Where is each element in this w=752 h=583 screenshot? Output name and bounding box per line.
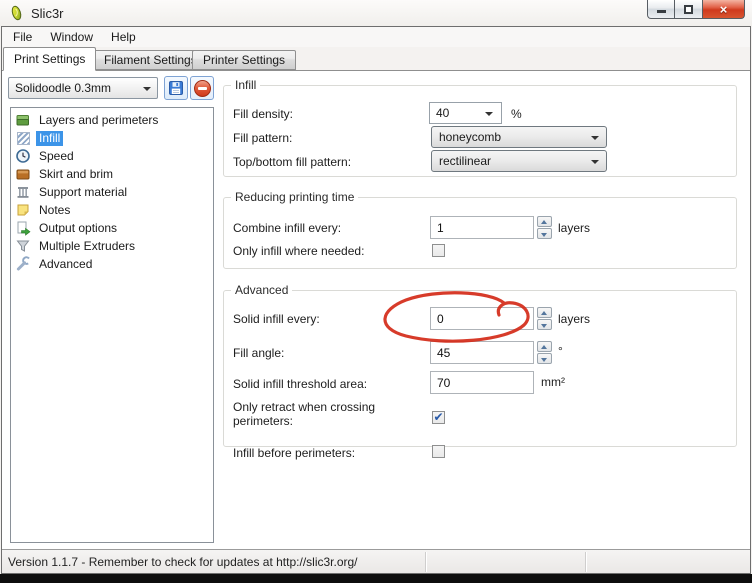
fill-angle-spinner (537, 341, 552, 364)
slic3r-logo-icon (8, 4, 25, 22)
fill-angle-label: Fill angle: (233, 346, 284, 360)
spin-down-button[interactable] (537, 353, 552, 364)
sidebar-item-notes[interactable]: Notes (11, 201, 213, 219)
minimize-button[interactable] (647, 0, 675, 19)
fill-angle-unit: ° (558, 344, 563, 358)
minimize-icon (657, 10, 666, 13)
combine-infill-input[interactable] (430, 216, 534, 239)
box-icon (15, 166, 31, 182)
maximize-button[interactable] (675, 0, 703, 19)
threshold-unit: mm² (541, 375, 565, 389)
solid-infill-every-label: Solid infill every: (233, 312, 320, 326)
solid-infill-every-unit: layers (558, 312, 590, 326)
spin-up-button[interactable] (537, 216, 552, 227)
spin-up-button[interactable] (537, 341, 552, 352)
close-icon: × (720, 1, 728, 18)
save-preset-button[interactable] (164, 76, 188, 100)
solid-infill-every-spinner (537, 307, 552, 330)
infill-first-label: Infill before perimeters: (233, 446, 355, 460)
infill-first-checkbox[interactable] (432, 445, 445, 458)
group-reducing-title: Reducing printing time (231, 190, 358, 204)
slic3r-window: Slic3r × File Window Help Print Settings… (0, 0, 752, 574)
maximize-icon (684, 5, 693, 14)
combine-infill-unit: layers (558, 221, 590, 235)
title-bar: Slic3r × (0, 0, 752, 26)
fill-density-combobox[interactable]: 40 (429, 102, 502, 124)
floppy-disk-icon (168, 80, 184, 96)
output-arrow-icon (15, 220, 31, 236)
sidebar-item-speed[interactable]: Speed (11, 147, 213, 165)
status-text: Version 1.1.7 - Remember to check for up… (8, 555, 358, 569)
sidebar-item-advanced[interactable]: Advanced (11, 255, 213, 273)
settings-tree: Layers and perimeters Infill Speed (10, 107, 214, 543)
note-icon (15, 202, 31, 218)
fill-angle-input[interactable] (430, 341, 534, 364)
window-controls: × (647, 0, 745, 19)
preset-value: Solidoodle 0.3mm (15, 81, 111, 95)
delete-preset-button[interactable] (190, 76, 214, 100)
spin-down-button[interactable] (537, 228, 552, 239)
infill-hatch-icon (15, 130, 31, 146)
fill-density-label: Fill density: (233, 107, 293, 121)
sidebar-item-layers[interactable]: Layers and perimeters (11, 111, 213, 129)
chevron-down-icon (485, 112, 493, 116)
tab-printer-settings[interactable]: Printer Settings (192, 50, 296, 70)
threshold-label: Solid infill threshold area: (233, 377, 367, 391)
threshold-input[interactable] (430, 371, 534, 394)
sidebar-item-extruders[interactable]: Multiple Extruders (11, 237, 213, 255)
only-where-needed-checkbox[interactable] (432, 244, 445, 257)
top-bottom-pattern-label: Top/bottom fill pattern: (233, 155, 351, 169)
combine-infill-spinner (537, 216, 552, 239)
delete-minus-icon (194, 80, 211, 97)
spin-down-button[interactable] (537, 319, 552, 330)
menu-file[interactable]: File (4, 27, 41, 47)
only-retract-checkbox[interactable]: ✔ (432, 411, 445, 424)
menu-help[interactable]: Help (102, 27, 145, 47)
tab-print-settings[interactable]: Print Settings (3, 47, 96, 71)
chevron-down-icon (591, 136, 599, 140)
sidebar-item-infill[interactable]: Infill (11, 129, 213, 147)
fill-pattern-dropdown[interactable]: honeycomb (431, 126, 607, 148)
only-retract-label: Only retract when crossing perimeters: (233, 400, 418, 428)
fill-pattern-label: Fill pattern: (233, 131, 292, 145)
chevron-down-icon (591, 160, 599, 164)
combine-infill-label: Combine infill every: (233, 221, 341, 235)
spin-up-button[interactable] (537, 307, 552, 318)
clock-icon (15, 148, 31, 164)
sidebar-item-skirt[interactable]: Skirt and brim (11, 165, 213, 183)
top-bottom-pattern-dropdown[interactable]: rectilinear (431, 150, 607, 172)
fill-density-unit: % (511, 107, 522, 121)
layers-icon (15, 112, 31, 128)
close-button[interactable]: × (703, 0, 745, 19)
statusbar-divider (585, 552, 586, 572)
statusbar-divider (425, 552, 426, 572)
sidebar-item-support[interactable]: Support material (11, 183, 213, 201)
sidebar-item-output[interactable]: Output options (11, 219, 213, 237)
menu-window[interactable]: Window (41, 27, 102, 47)
funnel-icon (15, 238, 31, 254)
status-bar: Version 1.1.7 - Remember to check for up… (2, 549, 750, 573)
menu-bar: File Window Help (2, 27, 750, 47)
wrench-icon (15, 256, 31, 272)
screenshot-root: Slic3r × File Window Help Print Settings… (0, 0, 752, 583)
only-where-needed-label: Only infill where needed: (233, 244, 364, 258)
group-advanced-title: Advanced (231, 283, 292, 297)
group-infill-title: Infill (231, 78, 260, 92)
solid-infill-every-input[interactable] (430, 307, 534, 330)
check-icon: ✔ (433, 412, 443, 422)
window-title: Slic3r (31, 6, 64, 21)
chevron-down-icon (143, 87, 151, 91)
tab-filament-settings[interactable]: Filament Settings (93, 50, 208, 70)
preset-combobox[interactable]: Solidoodle 0.3mm (8, 77, 158, 99)
support-structure-icon (15, 184, 31, 200)
